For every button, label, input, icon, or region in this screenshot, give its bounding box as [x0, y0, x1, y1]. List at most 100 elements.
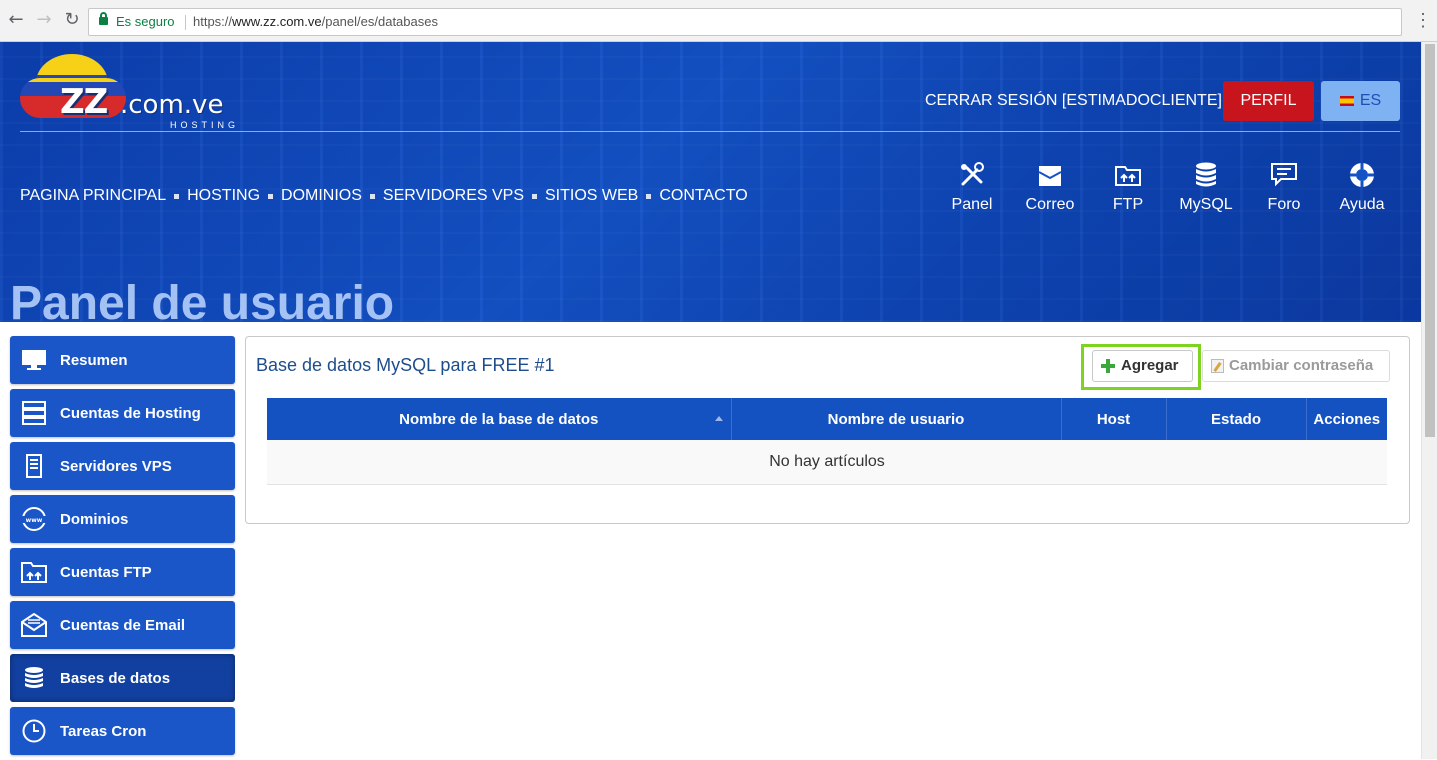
logout-link[interactable]: CERRAR SESIÓN [ESTIMADOCLIENTE]: [925, 92, 1222, 110]
empty-table-message: No hay artículos: [267, 440, 1387, 485]
nav-separator: [369, 193, 375, 199]
quick-link-label: Foro: [1267, 196, 1301, 213]
panel-title: Base de datos MySQL para FREE #1: [256, 355, 555, 375]
secure-label: Es seguro: [116, 14, 175, 29]
sidebar-item-domains[interactable]: www Dominios: [10, 495, 235, 543]
url-host: www.zz.com.ve: [232, 14, 322, 29]
nav-separator: [268, 193, 274, 199]
quick-link-label: MySQL: [1179, 196, 1233, 213]
column-header-status[interactable]: Estado: [1166, 398, 1307, 440]
sidebar-item-databases[interactable]: Bases de datos: [10, 654, 235, 702]
spain-flag-icon: [1339, 96, 1354, 106]
database-icon: [25, 667, 43, 688]
sidebar-item-label: Cuentas de Email: [60, 616, 186, 634]
page-scrollbar[interactable]: [1421, 42, 1437, 759]
nav-separator: [174, 193, 180, 199]
sidebar-item-label: Cuentas de Hosting: [60, 404, 201, 422]
url-path: /panel/es/databases: [321, 14, 438, 29]
quick-link-mail[interactable]: Correo: [1015, 160, 1085, 214]
folder-upload-icon: [21, 562, 47, 583]
server-rack-icon: [22, 401, 46, 425]
nav-separator: [532, 193, 537, 199]
column-header-label: Estado: [1210, 410, 1261, 428]
address-separator: [185, 15, 186, 30]
lifebuoy-icon: [1350, 163, 1374, 187]
sidebar-item-label: Cuentas FTP: [60, 563, 152, 581]
envelope-icon: [1038, 166, 1062, 186]
quick-link-label: Panel: [951, 196, 993, 213]
url-scheme: https://: [193, 14, 233, 29]
menu-dots-icon[interactable]: ⋮: [1414, 8, 1432, 32]
quick-link-forum[interactable]: Foro: [1249, 160, 1319, 214]
quick-link-help[interactable]: Ayuda: [1327, 160, 1397, 214]
sidebar-item-label: Resumen: [60, 351, 128, 369]
nav-item-domains[interactable]: DOMINIOS: [281, 187, 362, 205]
nav-item-websites[interactable]: SITIOS WEB: [545, 187, 638, 205]
logo-tld-text: .com.ve: [120, 90, 224, 120]
globe-www-icon: www: [22, 507, 46, 531]
sidebar-item-label: Dominios: [60, 510, 129, 528]
table-row: No hay artículos: [267, 440, 1387, 485]
add-button-label: Agregar: [1121, 357, 1179, 374]
sidebar-item-email[interactable]: Cuentas de Email: [10, 601, 235, 649]
column-header-label: Host: [1096, 410, 1131, 428]
forward-arrow-icon[interactable]: →: [32, 8, 56, 32]
quick-link-ftp[interactable]: FTP: [1093, 160, 1163, 214]
nav-item-contact[interactable]: CONTACTO: [659, 187, 747, 205]
scrollbar-thumb[interactable]: [1425, 44, 1435, 437]
header-divider: [20, 131, 1400, 132]
databases-panel: Base de datos MySQL para FREE #1 Agregar…: [245, 336, 1410, 524]
profile-button[interactable]: PERFIL: [1223, 81, 1314, 121]
sidebar-item-ftp[interactable]: Cuentas FTP: [10, 548, 235, 596]
add-database-button[interactable]: Agregar: [1092, 350, 1193, 382]
column-header-label: Nombre de la base de datos: [399, 410, 599, 428]
table-header-row: Nombre de la base de datos Nombre de usu…: [267, 398, 1387, 440]
column-header-database-name[interactable]: Nombre de la base de datos: [267, 398, 732, 440]
column-header-host[interactable]: Host: [1061, 398, 1167, 440]
nav-item-vps[interactable]: SERVIDORES VPS: [383, 187, 524, 205]
nav-separator: [646, 193, 652, 199]
sidebar-item-label: Servidores VPS: [60, 457, 172, 475]
logo-subtitle: HOSTING: [170, 120, 240, 130]
quick-link-label: Correo: [1025, 196, 1075, 213]
folder-upload-icon: [1115, 166, 1141, 186]
database-icon: [1196, 162, 1216, 187]
column-header-label: Acciones: [1313, 410, 1381, 428]
column-header-username[interactable]: Nombre de usuario: [731, 398, 1062, 440]
sidebar-item-label: Tareas Cron: [60, 722, 147, 740]
sidebar-item-vps[interactable]: Servidores VPS: [10, 442, 235, 490]
column-header-label: Nombre de usuario: [827, 410, 965, 428]
sidebar-item-cron[interactable]: Tareas Cron: [10, 707, 235, 755]
language-button[interactable]: ES: [1321, 81, 1400, 121]
sidebar: Resumen Cuentas de Hosting Servidores VP…: [10, 336, 235, 760]
column-header-actions: Acciones: [1306, 398, 1387, 440]
sidebar-item-hosting[interactable]: Cuentas de Hosting: [10, 389, 235, 437]
sort-ascending-icon: [714, 416, 723, 421]
main-navigation: PAGINA PRINCIPAL HOSTING DOMINIOS SERVID…: [20, 187, 748, 205]
plus-icon: [1101, 359, 1115, 373]
change-password-button[interactable]: Cambiar contraseña: [1202, 350, 1390, 382]
quick-link-panel[interactable]: Panel: [937, 160, 1007, 214]
quick-link-mysql[interactable]: MySQL: [1171, 160, 1241, 214]
nav-item-home[interactable]: PAGINA PRINCIPAL: [20, 187, 166, 205]
nav-item-hosting[interactable]: HOSTING: [187, 187, 260, 205]
site-logo[interactable]: ZZ .com.ve HOSTING: [20, 52, 235, 130]
envelope-open-icon: [21, 613, 47, 637]
change-password-label: Cambiar contraseña: [1229, 357, 1374, 374]
site-header: ZZ .com.ve HOSTING CERRAR SESIÓN [ESTIMA…: [0, 42, 1421, 322]
sidebar-item-summary[interactable]: Resumen: [10, 336, 235, 384]
server-tower-icon: [26, 454, 42, 478]
back-arrow-icon[interactable]: ←: [4, 8, 28, 32]
browser-toolbar: ← → ↻ Es seguro https://www.zz.com.ve/pa…: [0, 0, 1437, 42]
svg-text:www: www: [26, 517, 43, 524]
quick-link-label: Ayuda: [1339, 196, 1385, 213]
lock-icon: [99, 12, 108, 25]
logo-main-text: ZZ: [60, 82, 108, 122]
language-label: ES: [1359, 92, 1382, 109]
reload-icon[interactable]: ↻: [60, 8, 84, 32]
address-bar[interactable]: Es seguro https://www.zz.com.ve/panel/es…: [88, 8, 1402, 36]
monitor-icon: [22, 350, 46, 370]
url-text: https://www.zz.com.ve/panel/es/databases: [193, 9, 438, 35]
tools-icon: [961, 162, 984, 186]
chat-icon: [1271, 163, 1297, 187]
